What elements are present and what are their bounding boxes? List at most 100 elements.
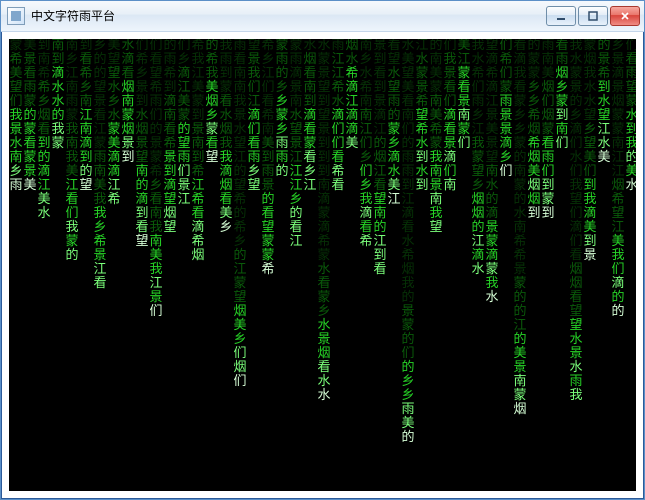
rain-glyph: 的: [233, 165, 247, 179]
maximize-icon: [588, 11, 598, 21]
rain-glyph: 到: [261, 151, 275, 165]
rain-glyph: 蒙: [513, 95, 527, 109]
close-icon: [620, 11, 630, 21]
rain-glyph: 美: [345, 137, 359, 151]
rain-column: 雨看南南我景水望江的望希的希乡的江蒙望烟美乡们烟们: [233, 39, 247, 389]
rain-glyph: 我: [93, 207, 107, 221]
rain-glyph: 南: [303, 81, 317, 95]
rain-glyph: 看: [149, 193, 163, 207]
rain-glyph: 蒙: [317, 53, 331, 67]
rain-glyph: 我: [51, 123, 65, 137]
rain-glyph: 的: [65, 249, 79, 263]
rain-glyph: 景: [23, 165, 37, 179]
rain-glyph: 美: [93, 179, 107, 193]
rain-glyph: 江: [597, 123, 611, 137]
rain-glyph: 乡: [219, 221, 233, 235]
rain-glyph: 我: [471, 137, 485, 151]
rain-glyph: 我: [569, 179, 583, 193]
rain-glyph: 滴: [79, 137, 93, 151]
rain-glyph: 们: [401, 123, 415, 137]
rain-glyph: 景: [247, 53, 261, 67]
rain-glyph: 希: [191, 165, 205, 179]
rain-glyph: 看: [331, 179, 345, 193]
rain-glyph: 水: [569, 151, 583, 165]
rain-glyph: 望: [163, 221, 177, 235]
rain-glyph: 看: [401, 221, 415, 235]
rain-glyph: 烟: [401, 263, 415, 277]
app-icon: [7, 7, 25, 25]
rain-glyph: 我: [429, 207, 443, 221]
rain-glyph: 美: [107, 137, 121, 151]
rain-glyph: 我: [65, 221, 79, 235]
rain-glyph: 的: [163, 39, 177, 53]
rain-glyph: 我: [471, 39, 485, 53]
title-bar[interactable]: 中文字符雨平台: [1, 1, 644, 32]
rain-glyph: 我: [485, 277, 499, 291]
rain-glyph: 烟: [233, 305, 247, 319]
rain-glyph: 的: [275, 67, 289, 81]
rain-glyph: 南: [135, 165, 149, 179]
rain-glyph: 南: [443, 179, 457, 193]
rain-glyph: 看: [331, 151, 345, 165]
rain-glyph: 到: [373, 249, 387, 263]
rain-glyph: 到: [373, 81, 387, 95]
rain-glyph: 景: [429, 179, 443, 193]
rain-glyph: 们: [457, 137, 471, 151]
rain-glyph: 乡: [107, 95, 121, 109]
rain-glyph: 烟: [163, 207, 177, 221]
rain-glyph: 水: [583, 95, 597, 109]
rain-glyph: 的: [513, 291, 527, 305]
rain-glyph: 的: [93, 67, 107, 81]
rain-glyph: 乡: [359, 179, 373, 193]
rain-column: 美蒙雨的乡乡蒙乡雨雨的: [275, 39, 289, 179]
rain-glyph: 望: [289, 123, 303, 137]
rain-glyph: 烟: [611, 179, 625, 193]
rain-glyph: 看: [205, 137, 219, 151]
rain-glyph: 乡: [359, 151, 373, 165]
rain-glyph: 雨: [569, 375, 583, 389]
rain-glyph: 滴: [359, 207, 373, 221]
rain-glyph: 们: [625, 39, 636, 53]
minimize-button[interactable]: [546, 6, 576, 26]
rain-glyph: 景: [499, 123, 513, 137]
rain-glyph: 雨: [625, 67, 636, 81]
rain-glyph: 烟: [527, 151, 541, 165]
rain-glyph: 水: [219, 109, 233, 123]
rain-glyph: 烟: [205, 95, 219, 109]
rain-column: 江水蒙景希望希水到水到: [415, 39, 429, 193]
rain-glyph: 美: [513, 347, 527, 361]
rain-glyph: 景: [499, 109, 513, 123]
rain-glyph: 江: [373, 123, 387, 137]
rain-glyph: 水: [597, 137, 611, 151]
rain-glyph: 南: [359, 39, 373, 53]
rain-glyph: 们: [359, 165, 373, 179]
rain-glyph: 景: [149, 291, 163, 305]
rain-glyph: 美: [23, 39, 37, 53]
rain-glyph: 蒙: [457, 123, 471, 137]
rain-glyph: 美: [107, 39, 121, 53]
rain-glyph: 景: [485, 109, 499, 123]
rain-glyph: 烟: [317, 347, 331, 361]
rain-glyph: 雨: [401, 403, 415, 417]
rain-glyph: 烟: [569, 263, 583, 277]
rain-glyph: 我: [429, 151, 443, 165]
rain-glyph: 水: [121, 39, 135, 53]
rain-glyph: 景: [163, 151, 177, 165]
rain-glyph: 蒙: [611, 109, 625, 123]
maximize-button[interactable]: [578, 6, 608, 26]
app-window: 中文字符雨平台 蒙南美蒙希美望们我景水南乡雨乡美景看雨蒙的蒙看蒙景美美景水到南希…: [0, 0, 645, 500]
rain-glyph: 雨: [233, 39, 247, 53]
rain-glyph: 蒙: [107, 123, 121, 137]
rain-glyph: 希: [163, 137, 177, 151]
close-button[interactable]: [610, 6, 640, 26]
rain-glyph: 看: [555, 39, 569, 53]
rain-glyph: 望: [107, 67, 121, 81]
rain-glyph: 的: [429, 39, 443, 53]
rain-glyph: 滴: [569, 123, 583, 137]
rain-glyph: 雨: [177, 151, 191, 165]
rain-glyph: 江: [65, 67, 79, 81]
rain-glyph: 烟: [611, 95, 625, 109]
rain-glyph: 南: [457, 109, 471, 123]
rain-glyph: 雨: [149, 95, 163, 109]
rain-glyph: 水: [345, 53, 359, 67]
